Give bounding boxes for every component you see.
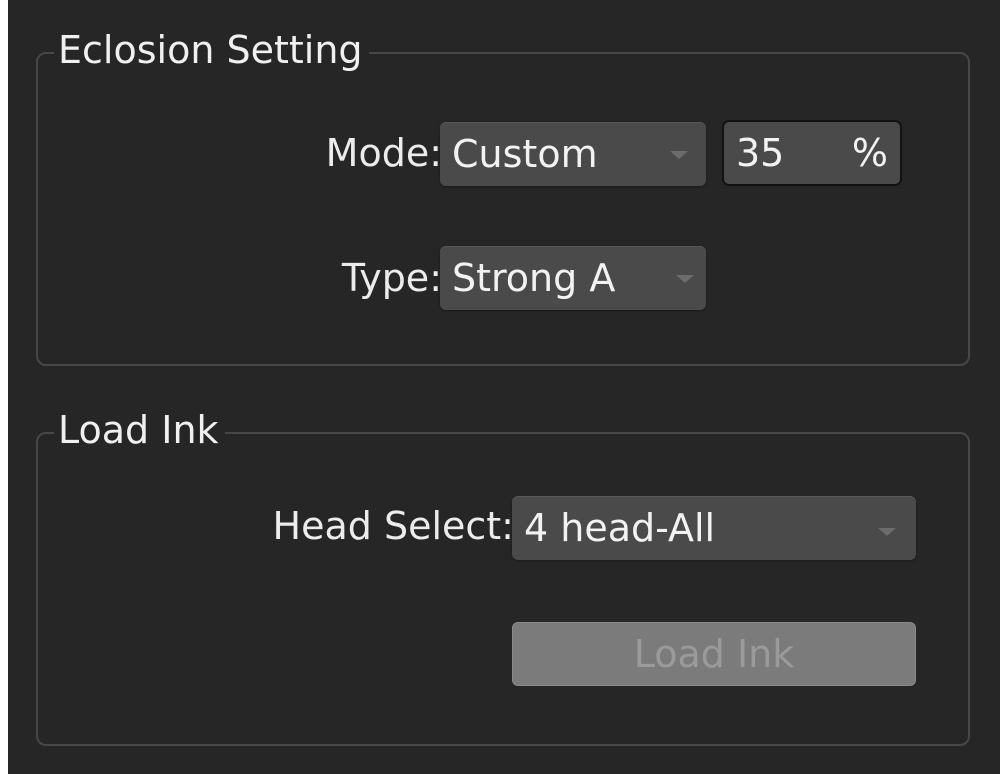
percent-unit: % — [851, 131, 888, 175]
head-select-value: 4 head-All — [524, 506, 716, 550]
head-select-label: Head Select: — [272, 504, 514, 548]
type-dropdown[interactable]: Strong A — [440, 246, 706, 310]
head-select-dropdown[interactable]: 4 head-All — [512, 496, 916, 560]
chevron-down-icon — [670, 151, 688, 159]
mode-dropdown[interactable]: Custom — [440, 122, 706, 186]
percent-input[interactable]: 35 % — [722, 120, 902, 186]
settings-panel: Eclosion Setting Mode: Custom 35 % Type:… — [8, 0, 1000, 774]
load-ink-button-label: Load Ink — [633, 632, 795, 676]
type-label: Type: — [341, 256, 442, 300]
mode-label: Mode: — [325, 131, 442, 175]
eclosion-setting-group: Eclosion Setting Mode: Custom 35 % Type:… — [36, 20, 970, 366]
mode-dropdown-value: Custom — [452, 132, 598, 176]
percent-value: 35 — [736, 131, 785, 175]
load-ink-group: Load Ink Head Select: 4 head-All Load In… — [36, 400, 970, 746]
load-ink-button[interactable]: Load Ink — [512, 622, 916, 686]
load-ink-title: Load Ink — [54, 400, 225, 460]
chevron-down-icon — [878, 528, 896, 536]
type-dropdown-value: Strong A — [452, 256, 616, 300]
chevron-down-icon — [676, 275, 694, 283]
eclosion-setting-title: Eclosion Setting — [54, 20, 369, 80]
